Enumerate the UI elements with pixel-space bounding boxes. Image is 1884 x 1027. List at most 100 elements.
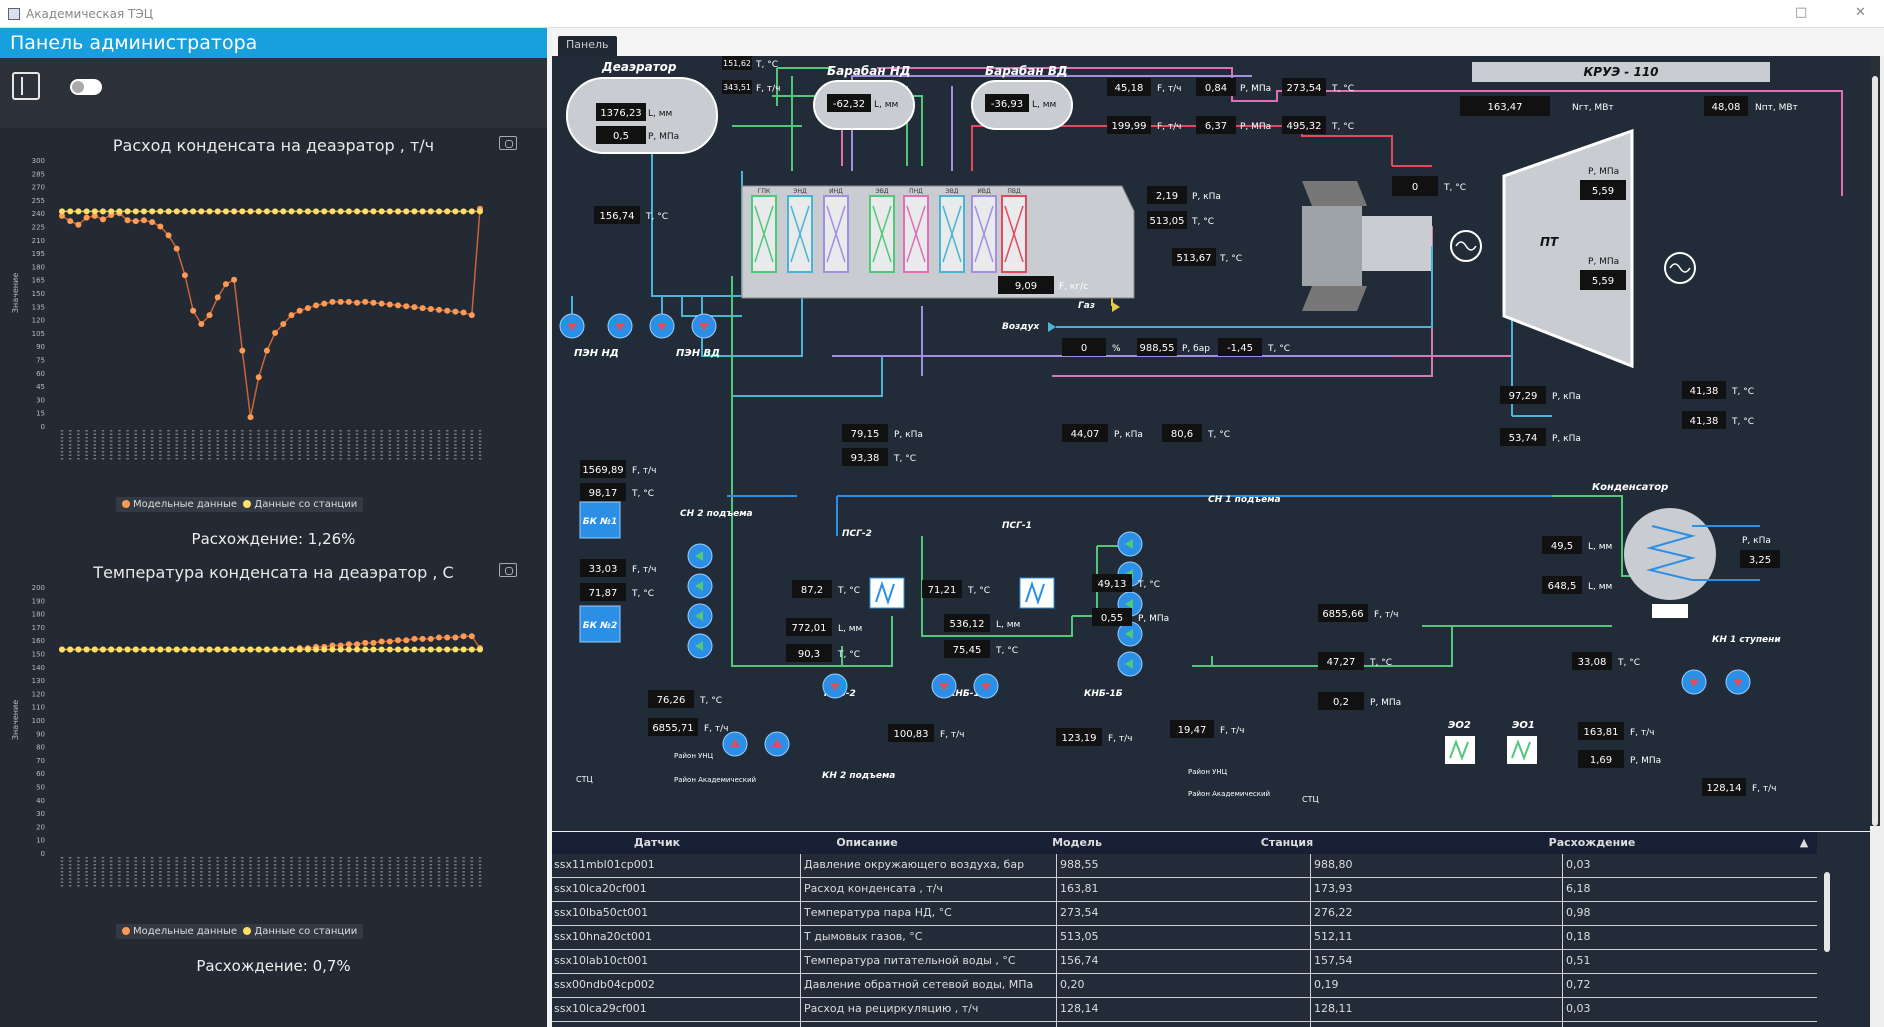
data-point[interactable]: [140, 646, 147, 653]
data-point[interactable]: [444, 208, 451, 215]
data-point[interactable]: [395, 302, 402, 309]
data-point[interactable]: [198, 646, 205, 653]
data-point[interactable]: [83, 646, 90, 653]
data-point[interactable]: [140, 217, 147, 224]
data-point[interactable]: [214, 208, 221, 215]
data-point[interactable]: [263, 347, 270, 354]
data-point[interactable]: [313, 646, 320, 653]
data-point[interactable]: [345, 646, 352, 653]
data-point[interactable]: [296, 646, 303, 653]
psg1-exchanger[interactable]: [1019, 577, 1055, 609]
data-point[interactable]: [378, 208, 385, 215]
data-point[interactable]: [329, 646, 336, 653]
psg2-exchanger[interactable]: [869, 577, 905, 609]
data-point[interactable]: [468, 312, 475, 319]
maximize-button[interactable]: □: [1795, 5, 1807, 20]
data-point[interactable]: [362, 646, 369, 653]
data-point[interactable]: [280, 208, 287, 215]
data-point[interactable]: [206, 646, 213, 653]
data-point[interactable]: [354, 646, 361, 653]
data-point[interactable]: [419, 646, 426, 653]
data-point[interactable]: [345, 208, 352, 215]
data-point[interactable]: [444, 634, 451, 641]
data-point[interactable]: [59, 646, 65, 653]
data-point[interactable]: [231, 276, 238, 283]
close-button[interactable]: ✕: [1855, 5, 1866, 20]
data-point[interactable]: [329, 208, 336, 215]
data-point[interactable]: [247, 208, 254, 215]
data-point[interactable]: [99, 646, 106, 653]
data-point[interactable]: [239, 208, 246, 215]
data-point[interactable]: [296, 208, 303, 215]
data-point[interactable]: [222, 208, 229, 215]
sidebar-toggle-icon[interactable]: [12, 72, 40, 100]
data-point[interactable]: [288, 646, 295, 653]
data-point[interactable]: [370, 208, 377, 215]
col-description[interactable]: Описание: [762, 836, 972, 849]
data-point[interactable]: [239, 347, 246, 354]
data-point[interactable]: [354, 299, 361, 306]
data-point[interactable]: [403, 637, 410, 644]
data-point[interactable]: [378, 300, 385, 307]
data-point[interactable]: [477, 646, 483, 653]
data-point[interactable]: [370, 299, 377, 306]
data-point[interactable]: [477, 208, 483, 215]
data-point[interactable]: [67, 208, 74, 215]
table-row[interactable]: ssx10lba50ct001 Температура пара НД, °C 27…: [552, 902, 1817, 926]
data-point[interactable]: [362, 298, 369, 305]
data-point[interactable]: [206, 208, 213, 215]
data-point[interactable]: [411, 304, 418, 311]
data-point[interactable]: [460, 208, 467, 215]
data-point[interactable]: [386, 208, 393, 215]
data-point[interactable]: [149, 208, 156, 215]
data-point[interactable]: [452, 634, 459, 641]
data-point[interactable]: [468, 646, 475, 653]
data-point[interactable]: [313, 208, 320, 215]
data-point[interactable]: [190, 646, 197, 653]
data-point[interactable]: [460, 646, 467, 653]
data-point[interactable]: [239, 646, 246, 653]
data-point[interactable]: [140, 208, 147, 215]
data-point[interactable]: [304, 646, 311, 653]
data-point[interactable]: [436, 306, 443, 313]
table-row[interactable]: ssx10lca29cf001 Расход на рециркуляцию , …: [552, 998, 1817, 1022]
data-point[interactable]: [452, 308, 459, 315]
data-point[interactable]: [436, 634, 443, 641]
data-point[interactable]: [313, 302, 320, 309]
data-point[interactable]: [222, 281, 229, 288]
data-point[interactable]: [157, 223, 164, 230]
data-point[interactable]: [83, 214, 90, 221]
data-point[interactable]: [214, 646, 221, 653]
data-point[interactable]: [132, 218, 139, 225]
data-point[interactable]: [436, 646, 443, 653]
table-row[interactable]: ssx10lab10ct001 Температура питательной в…: [552, 950, 1817, 974]
col-discrepancy[interactable]: Расхождение: [1392, 836, 1792, 849]
data-point[interactable]: [231, 646, 238, 653]
data-point[interactable]: [403, 303, 410, 310]
data-point[interactable]: [91, 646, 98, 653]
data-point[interactable]: [386, 301, 393, 308]
condenser[interactable]: [1624, 508, 1716, 600]
data-point[interactable]: [206, 312, 213, 319]
data-point[interactable]: [198, 321, 205, 328]
data-point[interactable]: [427, 305, 434, 312]
data-point[interactable]: [165, 646, 172, 653]
data-point[interactable]: [288, 208, 295, 215]
data-point[interactable]: [460, 309, 467, 316]
data-point[interactable]: [427, 646, 434, 653]
data-point[interactable]: [378, 638, 385, 645]
data-point[interactable]: [108, 646, 115, 653]
data-point[interactable]: [247, 414, 254, 421]
data-point[interactable]: [403, 208, 410, 215]
data-point[interactable]: [124, 646, 131, 653]
data-point[interactable]: [75, 646, 82, 653]
data-point[interactable]: [149, 646, 156, 653]
sort-up-icon[interactable]: ▲: [1797, 836, 1811, 849]
data-point[interactable]: [222, 646, 229, 653]
data-point[interactable]: [173, 646, 180, 653]
data-point[interactable]: [157, 208, 164, 215]
data-point[interactable]: [395, 637, 402, 644]
tab-panel[interactable]: Панель: [558, 36, 617, 56]
data-point[interactable]: [444, 307, 451, 314]
scheme-scrollbar[interactable]: [1870, 56, 1880, 826]
